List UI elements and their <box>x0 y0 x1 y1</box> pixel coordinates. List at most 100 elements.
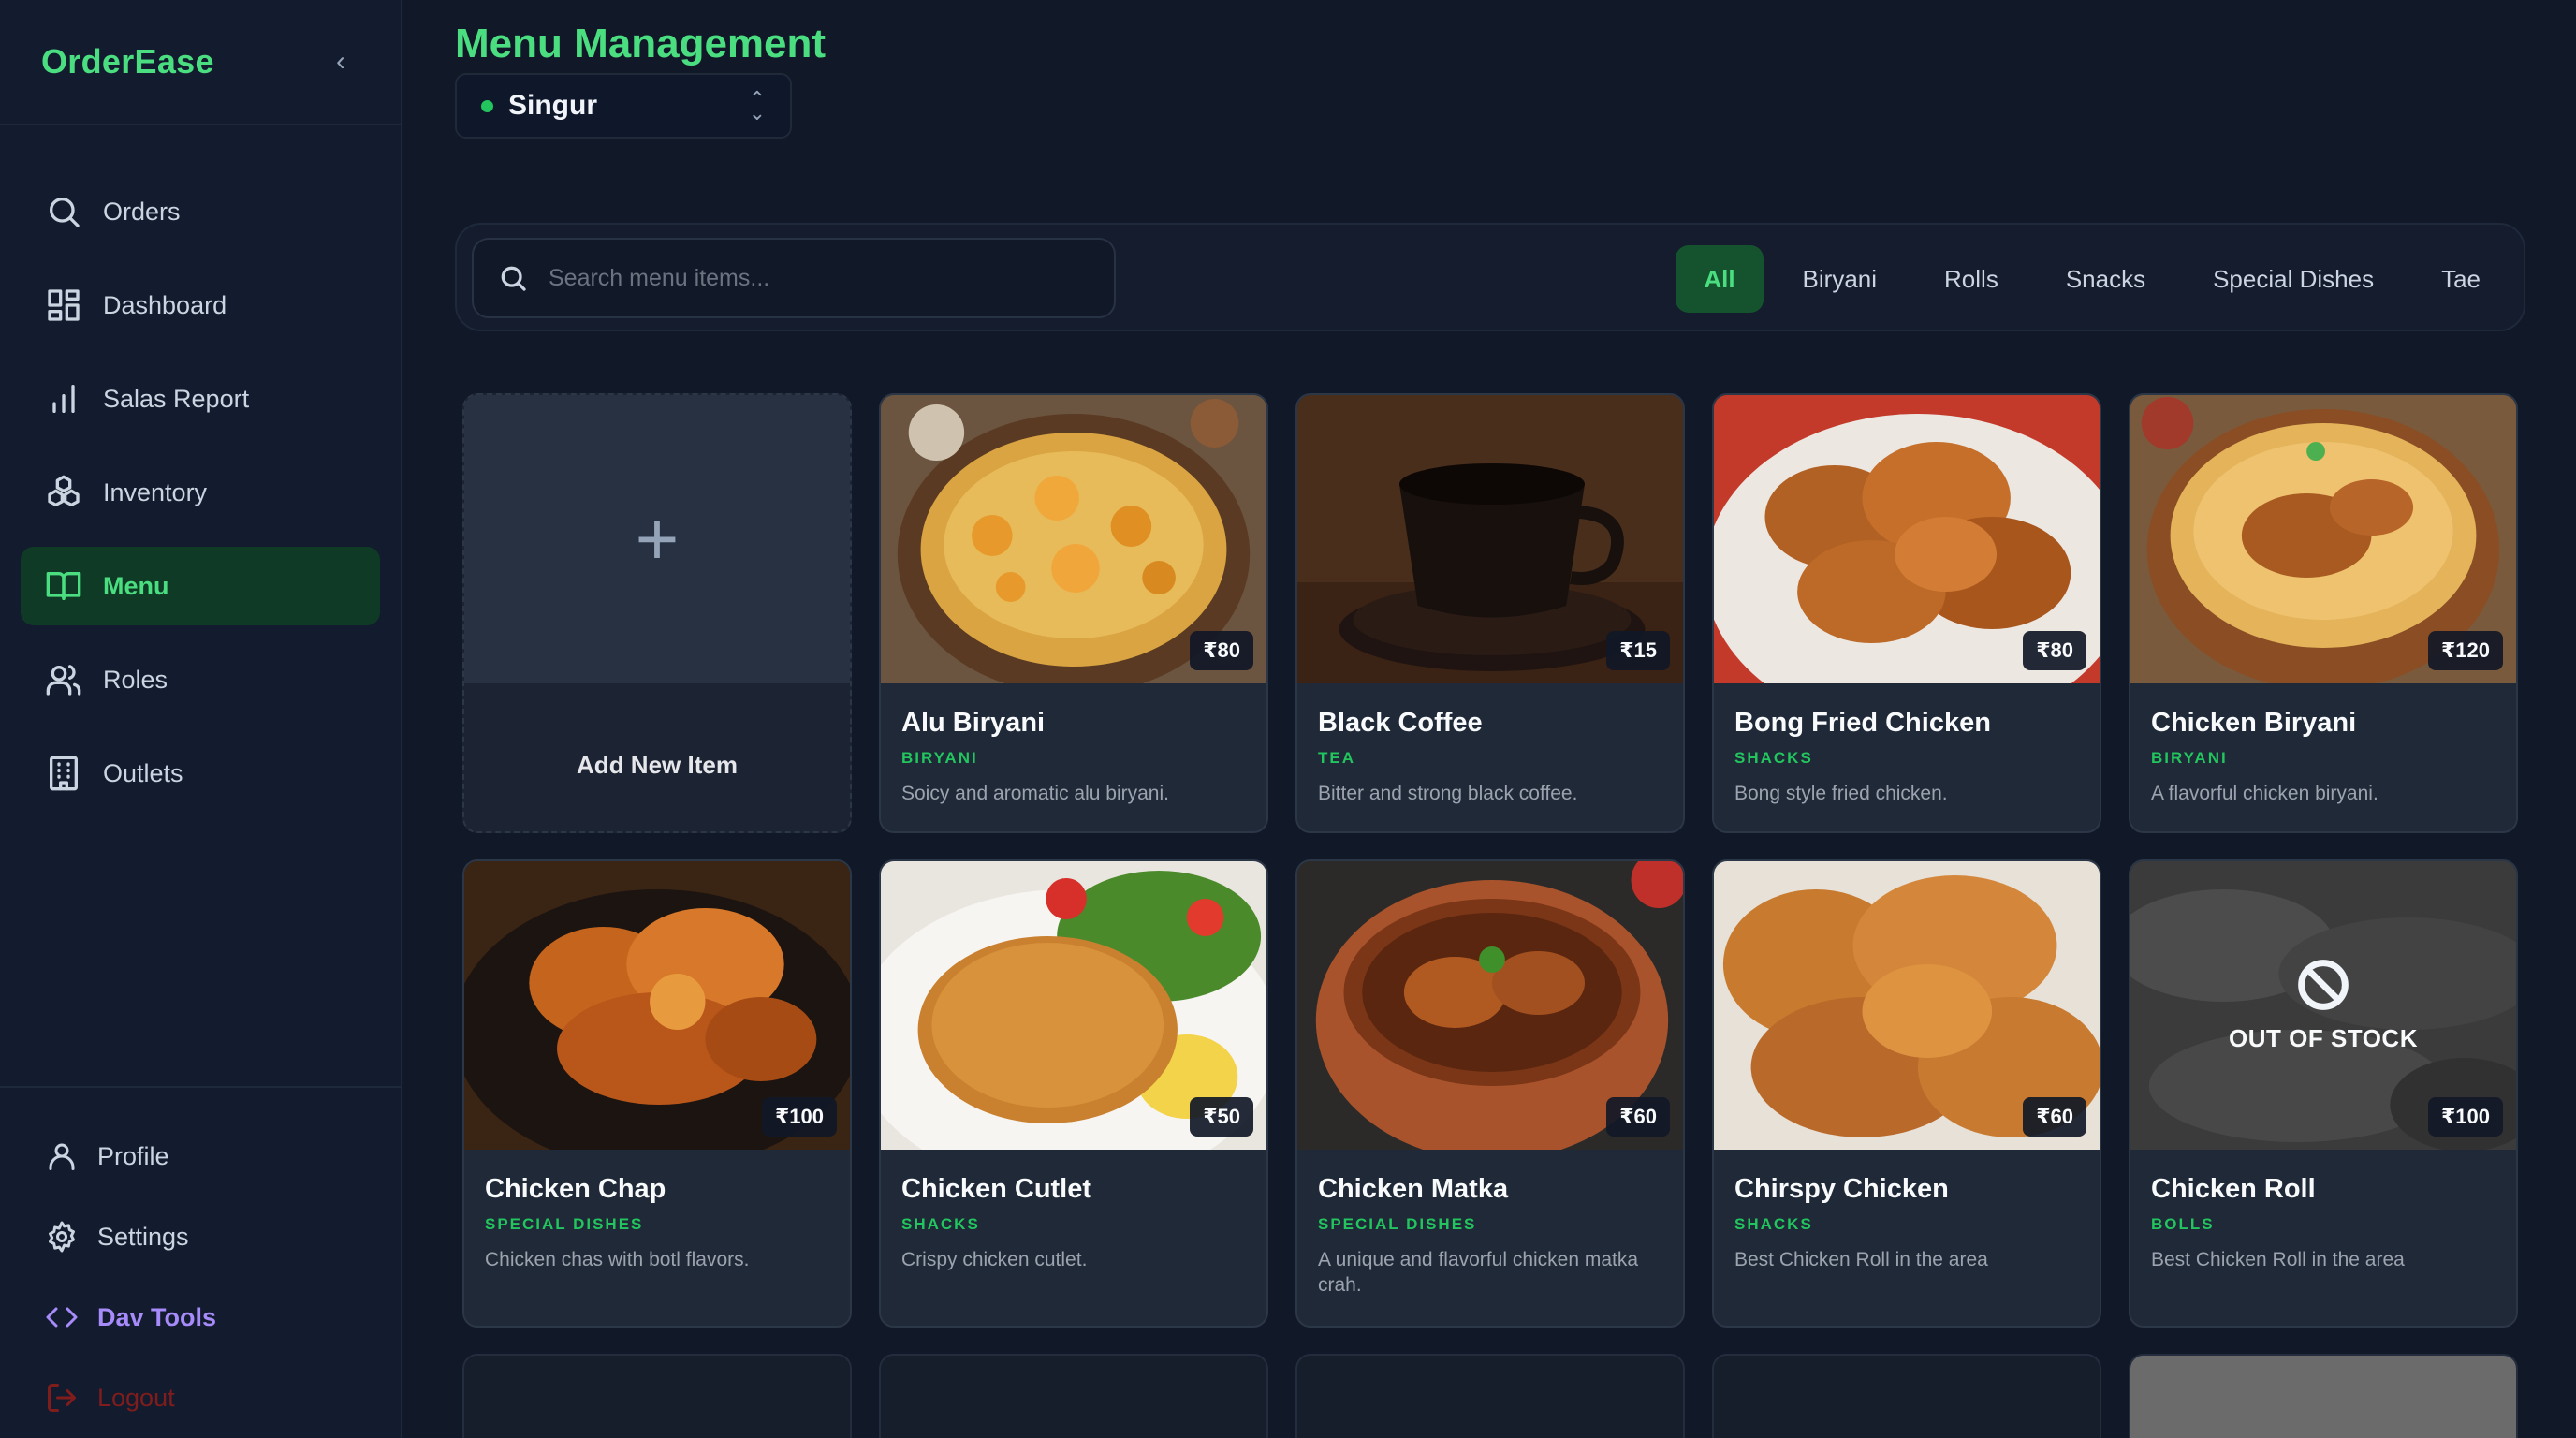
filter-snacks[interactable]: Snacks <box>2038 245 2174 313</box>
item-name: Chicken Cutlet <box>901 1174 1092 1204</box>
search-box[interactable] <box>472 238 1116 318</box>
logout-icon <box>48 1384 76 1412</box>
grid-icon <box>48 289 80 321</box>
search-icon <box>501 266 526 291</box>
sidebar-item-label: Dav Tools <box>97 1302 217 1331</box>
outlet-name: Singur <box>508 90 597 121</box>
sidebar-item-label: Profile <box>97 1141 169 1170</box>
item-category: SPECIAL DISHES <box>485 1215 644 1233</box>
brand-logo[interactable]: OrderEase <box>41 42 214 81</box>
chevron-left-icon[interactable]: ‹ <box>322 46 359 78</box>
menu-card-partial[interactable] <box>1295 1354 1685 1438</box>
sidebar-item-profile[interactable]: Profile <box>0 1116 401 1196</box>
item-name: Chicken Chap <box>485 1174 666 1204</box>
price-badge: ₹120 <box>2427 631 2503 670</box>
filter-all[interactable]: All <box>1676 245 1764 313</box>
sidebar-item-orders[interactable]: Orders <box>21 172 380 251</box>
add-item-label: Add New Item <box>577 751 738 779</box>
menu-card[interactable]: ₹120 Chicken Biryani BIRYANI A flavorful… <box>2129 393 2518 833</box>
gear-icon <box>49 1221 75 1253</box>
menu-card-partial[interactable] <box>2129 1354 2518 1438</box>
price-badge: ₹60 <box>2023 1097 2086 1137</box>
sidebar-item-label: Salas Report <box>103 384 250 413</box>
menu-card[interactable]: ₹60 Chirspy Chicken SHACKS Best Chicken … <box>1712 859 2101 1328</box>
out-of-stock-label: OUT OF STOCK <box>2229 1023 2418 1052</box>
menu-card[interactable]: ₹60 Chicken Matka SPECIAL DISHES A uniqu… <box>1295 859 1685 1328</box>
item-category: BIRYANI <box>901 749 978 767</box>
sidebar-nav: Orders Dashboard Salas Report Inventory … <box>0 125 401 813</box>
code-icon <box>46 1307 78 1328</box>
item-description: A flavorful chicken biryani. <box>2151 783 2378 804</box>
bar-chart-icon <box>52 385 75 413</box>
filter-tea[interactable]: Tae <box>2413 245 2509 313</box>
sidebar-item-dev-tools[interactable]: Dav Tools <box>0 1277 401 1357</box>
sidebar-item-label: Settings <box>97 1222 189 1251</box>
filter-rolls[interactable]: Rolls <box>1916 245 2027 313</box>
item-name: Chicken Matka <box>1318 1174 1509 1204</box>
price-badge: ₹80 <box>1190 631 1253 670</box>
sidebar: OrderEase ‹ Orders Dashboard Salas Repor… <box>0 0 402 1438</box>
sidebar-item-outlets[interactable]: Outlets <box>21 734 380 813</box>
category-filters: All Biryani Rolls Snacks Special Dishes … <box>1664 245 2509 313</box>
sidebar-item-label: Inventory <box>103 477 208 506</box>
menu-toolbar: All Biryani Rolls Snacks Special Dishes … <box>455 223 2525 331</box>
boxes-icon <box>48 475 80 506</box>
item-category: BIRYANI <box>2151 749 2228 767</box>
item-name: Alu Biryani <box>901 708 1046 738</box>
item-description: Bitter and strong black coffee. <box>1318 783 1578 804</box>
search-input[interactable] <box>549 264 1090 292</box>
item-name: Chicken Roll <box>2151 1174 2316 1204</box>
item-name: Chicken Biryani <box>2151 708 2357 738</box>
menu-card[interactable]: ₹80 Alu Biryani BIRYANI Soicy and aromat… <box>879 393 1268 833</box>
menu-card-partial[interactable] <box>879 1354 1268 1438</box>
page-title: Menu Management <box>455 21 827 66</box>
menu-card[interactable]: ₹50 Chicken Cutlet SHACKS Crispy chicken… <box>879 859 1268 1328</box>
sidebar-item-label: Orders <box>103 197 181 226</box>
menu-card-out-of-stock[interactable]: OUT OF STOCK ₹100 Chicken Roll BOLLS Bes… <box>2129 859 2518 1328</box>
sidebar-item-logout[interactable]: Logout <box>0 1357 401 1438</box>
item-category: BOLLS <box>2151 1215 2215 1233</box>
item-name: Bong Fried Chicken <box>1734 708 1991 738</box>
item-description: A unique and flavorful chicken matka cra… <box>1318 1249 1639 1297</box>
menu-card[interactable]: ₹80 Bong Fried Chicken SHACKS Bong style… <box>1712 393 2101 833</box>
search-icon <box>50 198 80 227</box>
menu-card-partial[interactable] <box>1712 1354 2101 1438</box>
price-badge: ₹15 <box>1606 631 1670 670</box>
filter-biryani[interactable]: Biryani <box>1775 245 1905 313</box>
book-open-icon <box>46 572 81 600</box>
menu-card[interactable]: ₹100 Chicken Chap SPECIAL DISHES Chicken… <box>462 859 852 1328</box>
sidebar-item-label: Dashboard <box>103 290 227 319</box>
sidebar-item-sales-report[interactable]: Salas Report <box>21 360 380 438</box>
menu-card-partial[interactable] <box>462 1354 852 1438</box>
ban-icon <box>2298 959 2349 1010</box>
sidebar-item-dashboard[interactable]: Dashboard <box>21 266 380 345</box>
item-name: Black Coffee <box>1318 708 1483 738</box>
sidebar-item-roles[interactable]: Roles <box>21 640 380 719</box>
item-category: SHACKS <box>1734 1215 1813 1233</box>
sidebar-item-settings[interactable]: Settings <box>0 1196 401 1277</box>
building-icon <box>50 756 78 791</box>
sidebar-item-label: Roles <box>103 665 168 694</box>
item-description: Best Chicken Roll in the area <box>2151 1249 2405 1270</box>
sidebar-item-inventory[interactable]: Inventory <box>21 453 380 532</box>
sidebar-item-menu[interactable]: Menu <box>21 547 380 625</box>
item-description: Bong style fried chicken. <box>1734 783 1948 804</box>
filter-special-dishes[interactable]: Special Dishes <box>2185 245 2402 313</box>
menu-card[interactable]: ₹15 Black Coffee TEA Bitter and strong b… <box>1295 393 1685 833</box>
item-description: Chicken chas with botl flavors. <box>485 1249 750 1270</box>
outlet-select[interactable]: Singur ⌃ ⌄ <box>455 73 792 139</box>
price-badge: ₹60 <box>1606 1097 1670 1137</box>
add-item-area: + <box>464 395 850 683</box>
sidebar-item-label: Outlets <box>103 758 183 787</box>
add-item-card[interactable]: + Add New Item <box>462 393 852 833</box>
price-badge: ₹100 <box>2427 1097 2503 1137</box>
price-badge: ₹80 <box>2023 631 2086 670</box>
item-name: Chirspy Chicken <box>1734 1174 1949 1204</box>
sidebar-item-label: Menu <box>103 571 169 600</box>
price-badge: ₹50 <box>1190 1097 1253 1137</box>
user-icon <box>49 1143 75 1170</box>
price-badge: ₹100 <box>761 1097 837 1137</box>
item-description: Best Chicken Roll in the area <box>1734 1249 1988 1270</box>
main-content: Menu Management Singur ⌃⌄ All Biryani Ro… <box>402 0 2576 1438</box>
item-category: SHACKS <box>1734 749 1813 767</box>
